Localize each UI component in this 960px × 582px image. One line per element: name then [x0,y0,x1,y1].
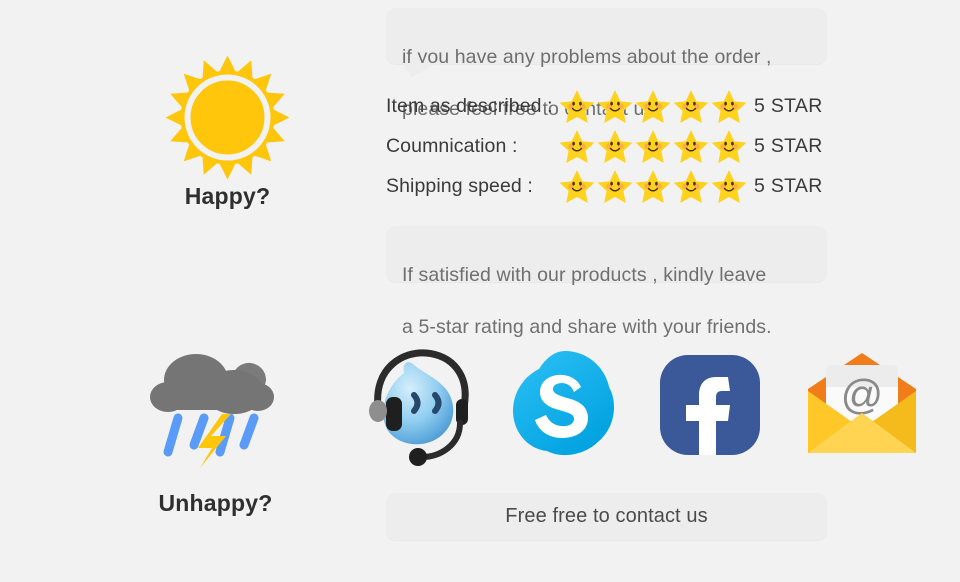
smiley-star-icon [710,128,748,164]
smiley-star-icon [672,128,710,164]
smiley-star-icon [558,168,596,204]
ratings-list: Item as described : 5 STAR Coumnication … [386,86,834,206]
rating-row: Shipping speed : 5 STAR [386,166,834,206]
smiley-star-icon [596,168,634,204]
speech-bubble-tail [402,63,438,77]
smiley-star-icon [558,88,596,124]
smiley-star-icon [634,128,672,164]
bottom-bubble-line-2: a 5-star rating and share with your frie… [402,316,772,338]
smiley-star-icon [596,88,634,124]
skype-icon[interactable] [505,345,625,472]
promo-banner: if you have any problems about the order… [0,0,960,582]
top-bubble-line-1: if you have any problems about the order… [402,46,772,68]
smiley-star-icon [596,128,634,164]
smiley-star-icon [672,88,710,124]
rating-value: 5 STAR [754,94,823,117]
star-group [558,128,748,164]
rating-label: Shipping speed : [386,174,533,197]
sun-icon [165,55,290,180]
contact-us-button-label: Free free to contact us [505,505,708,527]
smiley-star-icon [672,168,710,204]
smiley-star-icon [710,168,748,204]
star-group [558,168,748,204]
bottom-speech-bubble: If satisfied with our products , kindly … [386,226,827,338]
rating-row: Coumnication : 5 STAR [386,126,834,166]
rating-label: Item as described : [386,94,553,117]
contact-icons-row: @ [350,345,950,470]
trademanager-icon[interactable] [360,345,480,472]
smiley-star-icon [634,88,672,124]
facebook-icon[interactable] [650,345,770,472]
star-group [558,88,748,124]
top-speech-bubble: if you have any problems about the order… [386,8,827,120]
contact-us-button[interactable]: Free free to contact us [386,493,827,540]
smiley-star-icon [710,88,748,124]
happy-mood-block: Happy? [150,55,305,215]
smiley-star-icon [558,128,596,164]
rain-cloud-icon [150,354,274,468]
unhappy-label: Unhappy? [158,490,273,516]
smiley-star-icon [634,168,672,204]
happy-label: Happy? [184,183,271,209]
bottom-bubble-line-1: If satisfied with our products , kindly … [402,264,767,286]
unhappy-mood-block: Unhappy? [138,340,293,516]
email-icon[interactable]: @ [798,347,926,470]
rating-value: 5 STAR [754,174,823,197]
rating-row: Item as described : 5 STAR [386,86,834,126]
rating-label: Coumnication : [386,134,518,157]
svg-text:@: @ [841,371,884,418]
rating-value: 5 STAR [754,134,823,157]
